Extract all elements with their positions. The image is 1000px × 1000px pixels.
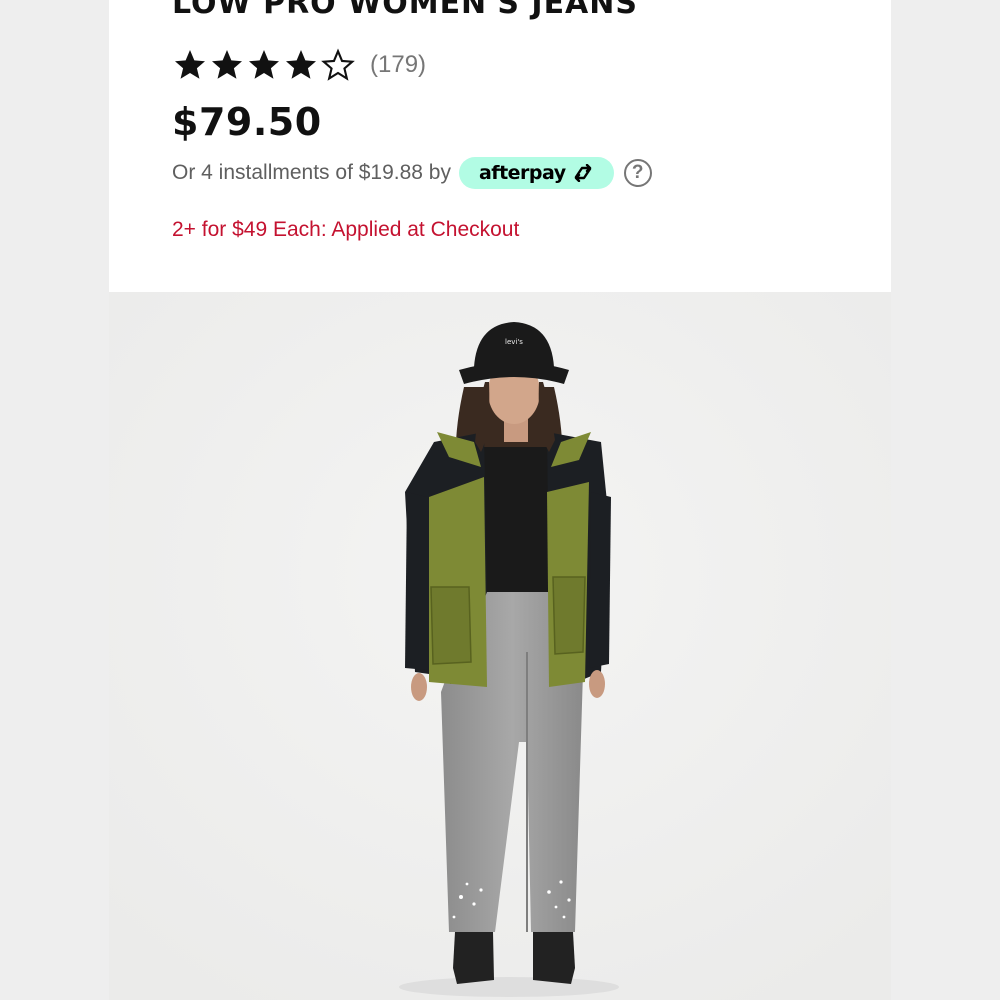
star-filled-icon	[212, 50, 242, 79]
model-photo: levi's	[109, 292, 891, 1000]
hat-logo-text: levi's	[505, 338, 523, 346]
star-empty-icon	[321, 48, 355, 81]
product-price: $79.50	[172, 100, 322, 144]
review-count[interactable]: (179)	[370, 51, 426, 79]
product-info-card: LOW PRO WOMEN'S JEANS (179) $79.50 Or 4 …	[109, 0, 891, 292]
help-icon[interactable]: ?	[623, 159, 652, 187]
afterpay-label: afterpay	[478, 162, 566, 184]
star-filled-icon	[249, 50, 279, 79]
product-title: LOW PRO WOMEN'S JEANS	[172, 0, 638, 21]
afterpay-arrows-icon	[574, 164, 591, 182]
rating-row[interactable]: (179)	[172, 47, 426, 83]
installments-row: Or 4 installments of $19.88 by afterpay …	[172, 157, 652, 189]
star-filled-icon	[286, 50, 316, 79]
afterpay-badge[interactable]: afterpay	[458, 157, 614, 189]
star-filled-icon	[175, 50, 205, 79]
promo-text: 2+ for $49 Each: Applied at Checkout	[172, 218, 520, 241]
product-image[interactable]: levi's	[109, 292, 891, 1000]
star-rating	[172, 47, 356, 83]
installments-text: Or 4 installments of $19.88 by	[172, 161, 451, 184]
right-gutter	[891, 0, 1000, 1000]
left-gutter	[0, 0, 109, 1000]
